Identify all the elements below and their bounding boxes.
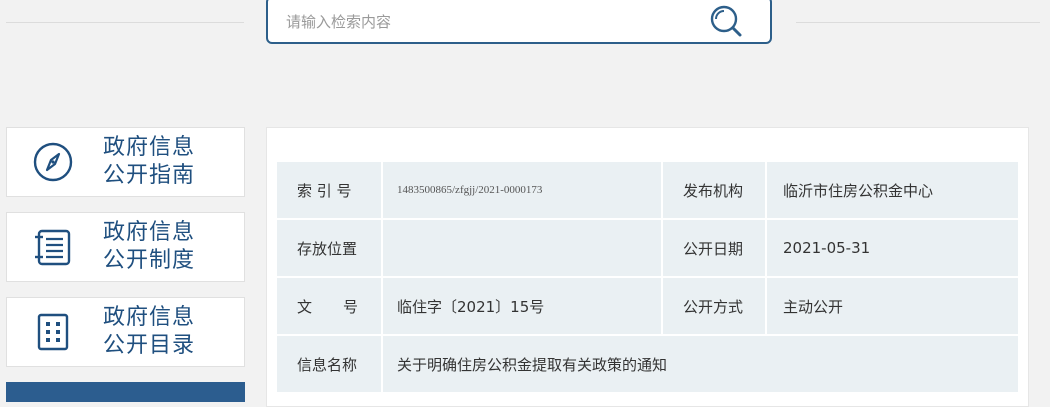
table-row: 信息名称 关于明确住房公积金提取有关政策的通知 (277, 336, 1018, 394)
sidebar-label-line2: 公开目录 (103, 333, 196, 358)
header-divider-right (796, 22, 1040, 23)
table-row: 存放位置 公开日期 2021-05-31 (277, 220, 1018, 278)
docno-label: 文 号 (277, 278, 381, 334)
grid-catalog-icon (37, 313, 69, 351)
sidebar-item-active[interactable] (6, 382, 245, 402)
sidebar-item-label: 政府信息 公开目录 (103, 304, 233, 360)
search-bar (266, 0, 772, 44)
date-label: 公开日期 (663, 220, 765, 276)
method-label: 公开方式 (663, 278, 765, 334)
date-value: 2021-05-31 (767, 220, 1018, 276)
header-divider-left (6, 22, 244, 23)
sidebar-label-line2: 公开制度 (103, 248, 196, 273)
sidebar-item-label: 政府信息 公开指南 (103, 134, 233, 190)
info-panel: 索 引 号 1483500865/zfgjj/2021-0000173 发布机构… (266, 127, 1029, 407)
sidebar-label-line2: 公开指南 (103, 163, 196, 188)
table-row: 索 引 号 1483500865/zfgjj/2021-0000173 发布机构… (277, 162, 1018, 220)
search-input[interactable] (284, 8, 688, 36)
title-label: 信息名称 (277, 336, 381, 392)
sidebar-label-line1: 政府信息 (103, 220, 196, 245)
search-icon (710, 5, 742, 37)
info-table: 索 引 号 1483500865/zfgjj/2021-0000173 发布机构… (277, 162, 1018, 394)
location-value (383, 220, 661, 276)
search-button[interactable] (708, 3, 744, 39)
index-label: 索 引 号 (277, 162, 381, 218)
sidebar-item-system[interactable]: 政府信息 公开制度 (6, 212, 245, 282)
publisher-value: 临沂市住房公积金中心 (767, 162, 1018, 218)
sidebar-label-line1: 政府信息 (103, 305, 196, 330)
index-value: 1483500865/zfgjj/2021-0000173 (383, 162, 661, 218)
method-value: 主动公开 (767, 278, 1018, 334)
docno-value: 临住字〔2021〕15号 (383, 278, 661, 334)
title-value: 关于明确住房公积金提取有关政策的通知 (383, 336, 1018, 392)
sidebar-item-label: 政府信息 公开制度 (103, 219, 233, 275)
publisher-label: 发布机构 (663, 162, 765, 218)
table-row: 文 号 临住字〔2021〕15号 公开方式 主动公开 (277, 278, 1018, 336)
sidebar-label-line1: 政府信息 (103, 135, 196, 160)
sidebar-item-guide[interactable]: 政府信息 公开指南 (6, 127, 245, 197)
compass-icon (33, 142, 73, 182)
list-document-icon (35, 229, 71, 266)
location-label: 存放位置 (277, 220, 381, 276)
sidebar-item-catalog[interactable]: 政府信息 公开目录 (6, 297, 245, 367)
